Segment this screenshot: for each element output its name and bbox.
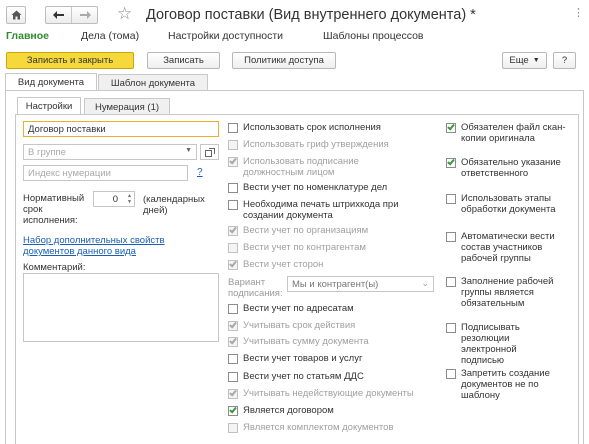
index-placeholder: Индекс нумерации xyxy=(28,167,111,179)
additional-properties-link[interactable]: Набор дополнительных свойств документов … xyxy=(23,235,193,257)
history-nav xyxy=(45,6,98,24)
check-goods-services[interactable]: Вести учет товаров и услуг xyxy=(228,353,362,364)
chevron-down-icon[interactable]: ⌄ xyxy=(421,278,429,289)
star-icon[interactable]: ☆ xyxy=(117,4,132,24)
window-title: Договор поставки (Вид внутреннего докуме… xyxy=(146,7,476,23)
check-is-contract[interactable]: Является договором xyxy=(228,405,334,416)
back-button[interactable] xyxy=(46,7,72,23)
check-case-nomenclature[interactable]: Вести учет по номенклатуре дел xyxy=(228,182,387,193)
term-field[interactable]: 0 ▲ ▼ xyxy=(93,191,135,207)
checkbox[interactable] xyxy=(446,157,456,168)
checkbox xyxy=(228,140,238,150)
checkbox xyxy=(228,388,238,399)
checkbox xyxy=(228,156,238,167)
term-units: (календарных дней) xyxy=(143,194,205,216)
term-value: 0 xyxy=(112,193,118,205)
checkbox[interactable] xyxy=(228,304,238,314)
arrow-right-icon xyxy=(80,11,91,19)
check-scan-copy-required[interactable]: Обязателен файл скан-копии оригинала xyxy=(446,122,571,144)
more-label: Еще xyxy=(509,55,529,66)
home-icon xyxy=(11,10,21,20)
checkbox[interactable] xyxy=(228,200,238,210)
check-barcode-print[interactable]: Необходима печать штрихкода при создании… xyxy=(228,199,423,221)
nav-cases[interactable]: Дела (тома) xyxy=(81,30,139,42)
name-field[interactable]: Договор поставки xyxy=(23,121,219,137)
check-counterparties: Вести учет по контрагентам xyxy=(228,242,366,253)
check-inactive-documents: Учитывать недействующие документы xyxy=(228,388,414,399)
signing-variant-label: Вариант подписания: xyxy=(228,277,283,299)
checkbox[interactable] xyxy=(446,122,456,133)
checkbox[interactable] xyxy=(228,123,238,133)
checkbox[interactable] xyxy=(228,183,238,193)
checkbox xyxy=(228,320,238,331)
more-icon[interactable]: ⋮ xyxy=(573,6,584,19)
check-addressees[interactable]: Вести учет по адресатам xyxy=(228,303,354,314)
group-placeholder: В группе xyxy=(28,146,66,158)
check-document-amount: Учитывать сумму документа xyxy=(228,336,369,347)
checkbox xyxy=(228,423,238,433)
chevron-down-icon[interactable]: ▼ xyxy=(185,147,192,154)
forward-button[interactable] xyxy=(73,7,98,23)
checkbox[interactable] xyxy=(446,369,456,379)
comment-textarea[interactable] xyxy=(23,273,219,342)
checkbox[interactable] xyxy=(446,323,456,333)
stepper-icon[interactable]: ▲ ▼ xyxy=(127,193,132,205)
section-nav: Главное Дела (тома) Настройки доступност… xyxy=(0,29,589,47)
chevron-down-icon: ▼ xyxy=(532,57,540,64)
check-use-deadline[interactable]: Использовать срок исполнения xyxy=(228,122,381,133)
nav-access-settings[interactable]: Настройки доступности xyxy=(168,30,283,42)
more-button[interactable]: Еще ▼ xyxy=(502,52,547,69)
signing-variant-select[interactable]: Мы и контрагент(ы) ⌄ xyxy=(287,276,434,292)
comment-label: Комментарий: xyxy=(23,262,86,273)
term-label: Нормативный срок исполнения: xyxy=(23,193,85,226)
nav-main[interactable]: Главное xyxy=(6,30,49,42)
check-approval-stamp: Использовать гриф утверждения xyxy=(228,139,389,150)
checkbox xyxy=(228,225,238,236)
open-icon xyxy=(204,147,215,157)
check-cash-flow-items[interactable]: Вести учет по статьям ДДС xyxy=(228,371,364,382)
check-auto-working-group[interactable]: Автоматически вести состав участников ра… xyxy=(446,231,561,264)
save-button[interactable]: Записать xyxy=(147,52,220,69)
check-template-only[interactable]: Запретить создание документов не по шабл… xyxy=(446,368,571,401)
help-button[interactable]: ? xyxy=(553,52,576,69)
index-field[interactable]: Индекс нумерации xyxy=(23,165,188,181)
checkbox[interactable] xyxy=(446,232,456,242)
nav-process-templates[interactable]: Шаблоны процессов xyxy=(323,30,424,42)
check-sign-resolutions[interactable]: Подписывать резолюции электронной подпис… xyxy=(446,322,561,366)
check-official-signing: Использовать подписание должностным лицо… xyxy=(228,156,408,178)
checkbox xyxy=(228,336,238,347)
check-organizations: Вести учет по организациям xyxy=(228,225,368,236)
open-group-button[interactable] xyxy=(200,144,219,160)
arrow-left-icon xyxy=(53,11,64,19)
checkbox[interactable] xyxy=(228,354,238,364)
group-field[interactable]: В группе ▼ xyxy=(23,144,197,160)
check-document-set: Является комплектом документов xyxy=(228,422,394,433)
check-working-group-required[interactable]: Заполнение рабочей группы является обяза… xyxy=(446,276,561,309)
checkbox[interactable] xyxy=(228,405,238,416)
checkbox[interactable] xyxy=(228,372,238,382)
check-validity-period: Учитывать срок действия xyxy=(228,320,355,331)
checkbox xyxy=(228,243,238,253)
tab-document-type[interactable]: Вид документа xyxy=(5,73,97,91)
home-button[interactable] xyxy=(6,6,26,24)
checkbox[interactable] xyxy=(446,277,456,287)
check-processing-stages[interactable]: Использовать этапы обработки документа xyxy=(446,193,571,215)
save-and-close-button[interactable]: Записать и закрыть xyxy=(6,52,134,69)
name-value: Договор поставки xyxy=(28,123,106,135)
tab-settings[interactable]: Настройки xyxy=(17,97,81,115)
check-parties: Вести учет сторон xyxy=(228,259,323,270)
checkbox[interactable] xyxy=(446,194,456,204)
tab-document-template[interactable]: Шаблон документа xyxy=(98,74,208,91)
check-responsible-required[interactable]: Обязательно указание ответственного xyxy=(446,157,561,179)
access-policies-button[interactable]: Политики доступа xyxy=(232,52,336,69)
checkbox xyxy=(228,259,238,270)
tab-numbering[interactable]: Нумерация (1) xyxy=(84,98,170,115)
numbering-help-link[interactable]: ? xyxy=(197,167,203,178)
signing-variant-value: Мы и контрагент(ы) xyxy=(292,278,379,290)
title-bar: ☆ Договор поставки (Вид внутреннего доку… xyxy=(0,0,589,30)
